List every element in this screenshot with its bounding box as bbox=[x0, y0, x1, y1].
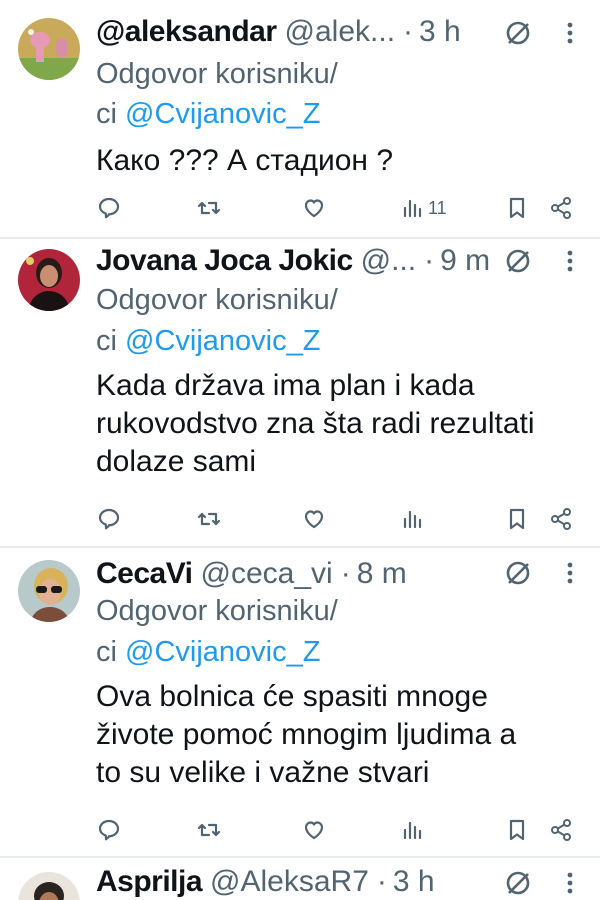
like-button[interactable] bbox=[301, 503, 327, 535]
reply-button[interactable] bbox=[96, 503, 122, 535]
views-button[interactable] bbox=[400, 814, 426, 846]
grok-icon[interactable] bbox=[501, 16, 535, 50]
action-bar bbox=[96, 814, 582, 846]
views-count: 11 bbox=[428, 197, 447, 218]
user-handle[interactable]: @AleksaR7 bbox=[210, 865, 369, 899]
views-chart-icon bbox=[403, 821, 422, 840]
replying-to-line: ci @Cvijanovic_Z bbox=[96, 323, 320, 359]
reply-feed: @aleksandar @alek... · 3 h Odgovor koris… bbox=[0, 0, 600, 900]
reply-icon bbox=[98, 197, 120, 219]
bookmark-icon bbox=[509, 819, 525, 841]
views-chart-icon bbox=[403, 510, 422, 529]
heart-icon bbox=[304, 510, 324, 529]
replying-to-line: ci @Cvijanovic_Z bbox=[96, 96, 320, 132]
timestamp[interactable]: 3 h bbox=[393, 865, 435, 899]
replying-to-label: Odgovor korisniku/ bbox=[96, 284, 338, 316]
grok-icon[interactable] bbox=[501, 866, 535, 900]
tweet-text-line: to su velike i važne stvari bbox=[96, 756, 430, 789]
replying-to-label: Odgovor korisniku/ bbox=[96, 58, 338, 90]
retweet-button[interactable] bbox=[196, 814, 222, 846]
more-options-icon[interactable] bbox=[560, 244, 580, 278]
share-button[interactable] bbox=[548, 814, 574, 846]
timestamp[interactable]: 9 m bbox=[440, 244, 490, 278]
reply-icon bbox=[98, 508, 120, 530]
bookmark-button[interactable] bbox=[504, 192, 530, 224]
bookmark-button[interactable] bbox=[504, 503, 530, 535]
share-button[interactable] bbox=[548, 503, 574, 535]
tweet-text: Kada država ima plan i kada rukovodstvo … bbox=[96, 367, 570, 481]
separator-dot: · bbox=[424, 244, 435, 277]
replying-to-suffix: ci bbox=[96, 325, 117, 357]
heart-icon bbox=[304, 199, 324, 218]
action-bar: 11 bbox=[96, 192, 582, 224]
views-chart-icon bbox=[403, 199, 422, 218]
replying-to-line: ci @Cvijanovic_Z bbox=[96, 634, 320, 670]
tweet-text-line: Ova bolnica će spasiti mnoge bbox=[96, 680, 488, 713]
tweet-text-line: Kada država ima plan i kada bbox=[96, 369, 475, 402]
views-button[interactable] bbox=[400, 503, 426, 535]
tweet-text-line: živote pomoć mnogim ljudima a bbox=[96, 718, 517, 751]
tweet-header: Jovana Joca Jokic @... · 9 m bbox=[96, 241, 505, 281]
display-name[interactable]: CecaVi bbox=[96, 557, 193, 591]
timestamp[interactable]: 3 h bbox=[419, 15, 461, 49]
more-options-icon[interactable] bbox=[560, 16, 580, 50]
tweet-text: Ova bolnica će spasiti mnoge živote pomo… bbox=[96, 678, 570, 792]
avatar[interactable] bbox=[18, 249, 80, 311]
replying-to-label: Odgovor korisniku/ bbox=[96, 595, 338, 627]
reply-button[interactable] bbox=[96, 192, 122, 224]
retweet-icon bbox=[197, 201, 221, 215]
separator-dot: · bbox=[403, 15, 414, 48]
reply-button[interactable] bbox=[96, 814, 122, 846]
share-icon bbox=[551, 508, 571, 530]
retweet-icon bbox=[197, 823, 221, 837]
retweet-button[interactable] bbox=[196, 192, 222, 224]
separator-dot: · bbox=[376, 865, 387, 898]
share-icon bbox=[551, 197, 571, 219]
bookmark-button[interactable] bbox=[504, 814, 530, 846]
retweet-icon bbox=[197, 512, 221, 526]
user-handle[interactable]: @... bbox=[361, 244, 416, 278]
display-name[interactable]: Jovana Joca Jokic bbox=[96, 244, 353, 278]
like-button[interactable] bbox=[301, 192, 327, 224]
more-options-icon[interactable] bbox=[560, 866, 580, 900]
like-button[interactable] bbox=[301, 814, 327, 846]
mention-link[interactable]: @Cvijanovic_Z bbox=[125, 325, 320, 357]
tweet-header: CecaVi @ceca_vi · 8 m bbox=[96, 554, 505, 594]
share-button[interactable] bbox=[548, 192, 574, 224]
tweet-text-line: dolaze sami bbox=[96, 445, 257, 478]
more-options-icon[interactable] bbox=[560, 556, 580, 590]
retweet-button[interactable] bbox=[196, 503, 222, 535]
tweet-header: Asprilja @AleksaR7 · 3 h bbox=[96, 862, 505, 900]
reply-icon bbox=[98, 819, 120, 841]
display-name[interactable]: @aleksandar bbox=[96, 15, 277, 49]
share-icon bbox=[551, 819, 571, 841]
timestamp[interactable]: 8 m bbox=[357, 557, 407, 591]
tweet-card[interactable]: CecaVi @ceca_vi · 8 m Odgovor korisniku/… bbox=[0, 548, 600, 856]
replying-to-suffix: ci bbox=[96, 636, 117, 668]
grok-icon[interactable] bbox=[501, 556, 535, 590]
action-bar bbox=[96, 503, 582, 535]
avatar[interactable] bbox=[18, 560, 80, 622]
tweet-header: @aleksandar @alek... · 3 h bbox=[96, 12, 505, 52]
separator-dot: · bbox=[340, 557, 351, 590]
tweet-card[interactable]: Jovana Joca Jokic @... · 9 m Odgovor kor… bbox=[0, 239, 600, 547]
user-handle[interactable]: @alek... bbox=[285, 15, 396, 49]
avatar[interactable] bbox=[18, 872, 80, 900]
grok-icon[interactable] bbox=[501, 244, 535, 278]
display-name[interactable]: Asprilja bbox=[96, 865, 203, 899]
tweet-card[interactable]: Asprilja @AleksaR7 · 3 h bbox=[0, 858, 600, 900]
heart-icon bbox=[304, 821, 324, 840]
views-button[interactable]: 11 bbox=[400, 192, 447, 224]
user-handle[interactable]: @ceca_vi bbox=[201, 557, 333, 591]
replying-to-suffix: ci bbox=[96, 98, 117, 130]
tweet-text-line: rukovodstvo zna šta radi rezultati bbox=[96, 407, 535, 440]
tweet-card[interactable]: @aleksandar @alek... · 3 h Odgovor koris… bbox=[0, 0, 600, 238]
mention-link[interactable]: @Cvijanovic_Z bbox=[125, 636, 320, 668]
bookmark-icon bbox=[509, 197, 525, 219]
mention-link[interactable]: @Cvijanovic_Z bbox=[125, 98, 320, 130]
avatar[interactable] bbox=[18, 18, 80, 80]
tweet-text-line: Како ??? А стадион ? bbox=[96, 144, 393, 177]
bookmark-icon bbox=[509, 508, 525, 530]
tweet-text: Како ??? А стадион ? bbox=[96, 142, 570, 180]
